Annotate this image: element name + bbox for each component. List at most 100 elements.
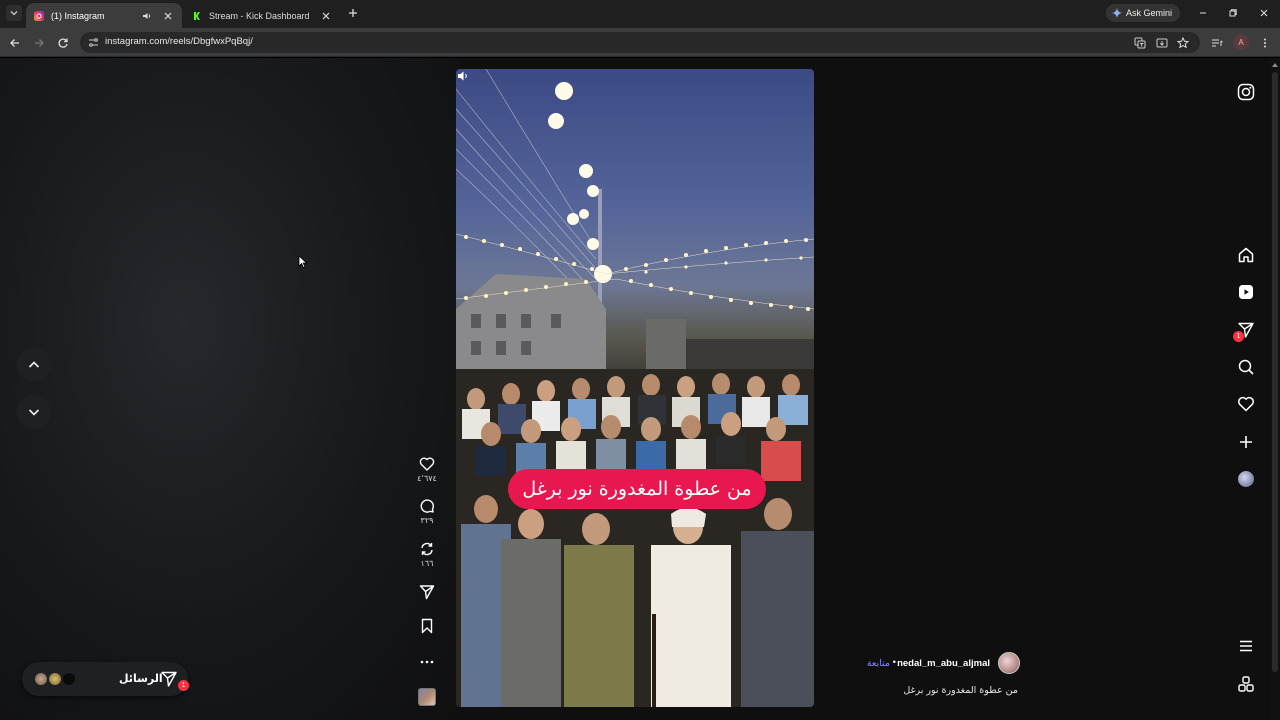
- reel-video[interactable]: من عطوة المغدورة نور برغل: [456, 69, 814, 707]
- follow-button[interactable]: متابعة: [867, 658, 890, 669]
- ask-gemini-button[interactable]: Ask Gemini: [1106, 4, 1181, 22]
- tab-search-button[interactable]: [6, 5, 22, 21]
- close-tab-icon[interactable]: [320, 10, 332, 22]
- search-nav[interactable]: [1235, 356, 1257, 378]
- messages-drawer-button[interactable]: الرسائل 1: [22, 662, 189, 696]
- media-queue-icon: [1212, 39, 1223, 47]
- profile-avatar-icon: [1238, 471, 1254, 487]
- browser-menu-button[interactable]: [1257, 35, 1273, 51]
- page-scrollbar[interactable]: [1270, 58, 1280, 720]
- close-window-button[interactable]: [1257, 6, 1271, 20]
- heart-icon: [1238, 396, 1254, 412]
- plus-icon: [349, 9, 357, 17]
- like-action[interactable]: ٤٬٦٧٤: [414, 456, 440, 483]
- close-tab-icon[interactable]: [162, 10, 174, 22]
- chevron-up-icon: [28, 361, 40, 368]
- instagram-favicon: [34, 10, 44, 21]
- conversation-avatar: [62, 672, 76, 686]
- previous-reel-button[interactable]: [17, 348, 51, 382]
- author-avatar[interactable]: [998, 652, 1020, 674]
- next-reel-button[interactable]: [17, 395, 51, 429]
- repost-action[interactable]: ١٦٦: [414, 541, 440, 568]
- media-controls-button[interactable]: [1209, 35, 1225, 51]
- hamburger-menu-icon: [1240, 640, 1252, 652]
- reels-nav[interactable]: [1235, 281, 1257, 303]
- forward-arrow-icon: [35, 39, 44, 47]
- gemini-sparkle-icon: [1112, 8, 1122, 18]
- more-options-action[interactable]: [414, 654, 440, 670]
- share-icon: [419, 585, 435, 600]
- scrollbar-thumb[interactable]: [1272, 72, 1278, 672]
- instagram-logo[interactable]: [1235, 81, 1257, 103]
- share-action[interactable]: [414, 584, 440, 600]
- tab-kick-dashboard[interactable]: Stream - Kick Dashboard: [184, 3, 340, 28]
- translate-icon[interactable]: [1133, 36, 1147, 50]
- home-icon: [1238, 247, 1254, 263]
- forward-button[interactable]: [31, 35, 47, 51]
- address-bar[interactable]: instagram.com/reels/DbgfwxPqBqj/: [80, 32, 1200, 53]
- conversation-avatar: [34, 672, 48, 686]
- profile-nav[interactable]: [1235, 468, 1257, 490]
- repost-icon: [421, 542, 433, 556]
- also-from-meta-nav[interactable]: [1235, 673, 1257, 695]
- browser-toolbar: instagram.com/reels/DbgfwxPqBqj/ A: [0, 28, 1280, 57]
- reel-caption-overlay: من عطوة المغدورة نور برغل: [508, 469, 766, 509]
- minimize-icon: [1200, 12, 1206, 14]
- conversation-avatar: [48, 672, 62, 686]
- repost-count: ١٦٦: [420, 559, 434, 568]
- instagram-logo-icon: [1237, 83, 1255, 101]
- bookmark-star-icon[interactable]: [1176, 36, 1190, 50]
- instagram-reels-page: من عطوة المغدورة نور برغل ٤٬٦٧٤ ٣٢٩ ١٦٦ …: [0, 58, 1280, 720]
- notifications-nav[interactable]: [1235, 393, 1257, 415]
- mouse-cursor-icon: [298, 255, 308, 269]
- comment-action[interactable]: ٣٢٩: [414, 498, 440, 525]
- reload-icon: [58, 38, 68, 48]
- messages-nav[interactable]: 1: [1233, 319, 1257, 342]
- messages-label: الرسائل: [119, 672, 163, 685]
- reel-description: من عطوة المغدورة نور برغل: [903, 685, 1018, 696]
- reels-icon: [1239, 285, 1253, 299]
- close-icon: [1260, 9, 1268, 17]
- url-text: instagram.com/reels/DbgfwxPqBqj/: [105, 36, 253, 47]
- like-count: ٤٬٦٧٤: [417, 474, 437, 483]
- more-menu-nav[interactable]: [1235, 635, 1257, 657]
- reload-button[interactable]: [55, 35, 71, 51]
- scroll-up-arrow-icon: [1272, 63, 1278, 67]
- chevron-down-icon: [10, 11, 18, 16]
- home-nav[interactable]: [1235, 244, 1257, 266]
- heart-icon: [419, 457, 435, 471]
- messages-count-badge: 1: [178, 680, 189, 691]
- search-icon: [1238, 359, 1254, 375]
- audio-playing-icon[interactable]: [142, 11, 152, 21]
- more-horizontal-icon: [420, 660, 434, 664]
- separator-dot: •: [892, 657, 896, 668]
- tab-title: (1) Instagram: [51, 10, 105, 21]
- author-username[interactable]: nedal_m_abu_aljmal: [897, 658, 990, 669]
- tab-title: Stream - Kick Dashboard: [209, 10, 310, 21]
- more-vertical-icon: [1264, 38, 1266, 48]
- profile-initial: A: [1238, 37, 1244, 47]
- comment-icon: [420, 499, 434, 513]
- meta-apps-icon: [1238, 676, 1254, 692]
- profile-avatar[interactable]: A: [1233, 34, 1249, 50]
- create-nav[interactable]: [1235, 431, 1257, 453]
- tab-instagram[interactable]: (1) Instagram: [26, 3, 182, 28]
- bookmark-icon: [421, 618, 433, 634]
- site-info-icon[interactable]: [88, 37, 99, 48]
- audio-thumbnail[interactable]: [418, 688, 436, 706]
- back-arrow-icon: [10, 39, 19, 47]
- ask-gemini-label: Ask Gemini: [1126, 8, 1173, 18]
- messages-badge: 1: [1233, 331, 1244, 342]
- chevron-down-icon: [28, 409, 40, 416]
- restore-icon: [1229, 9, 1237, 17]
- install-app-icon[interactable]: [1155, 36, 1169, 50]
- background-gradient: [0, 58, 460, 720]
- new-tab-button[interactable]: [346, 6, 360, 20]
- restore-button[interactable]: [1226, 6, 1240, 20]
- save-action[interactable]: [414, 618, 440, 634]
- sound-on-icon[interactable]: [456, 69, 470, 83]
- direct-messages-icon: [161, 671, 177, 687]
- kick-favicon: [192, 10, 202, 21]
- minimize-button[interactable]: [1196, 6, 1210, 20]
- back-button[interactable]: [7, 35, 23, 51]
